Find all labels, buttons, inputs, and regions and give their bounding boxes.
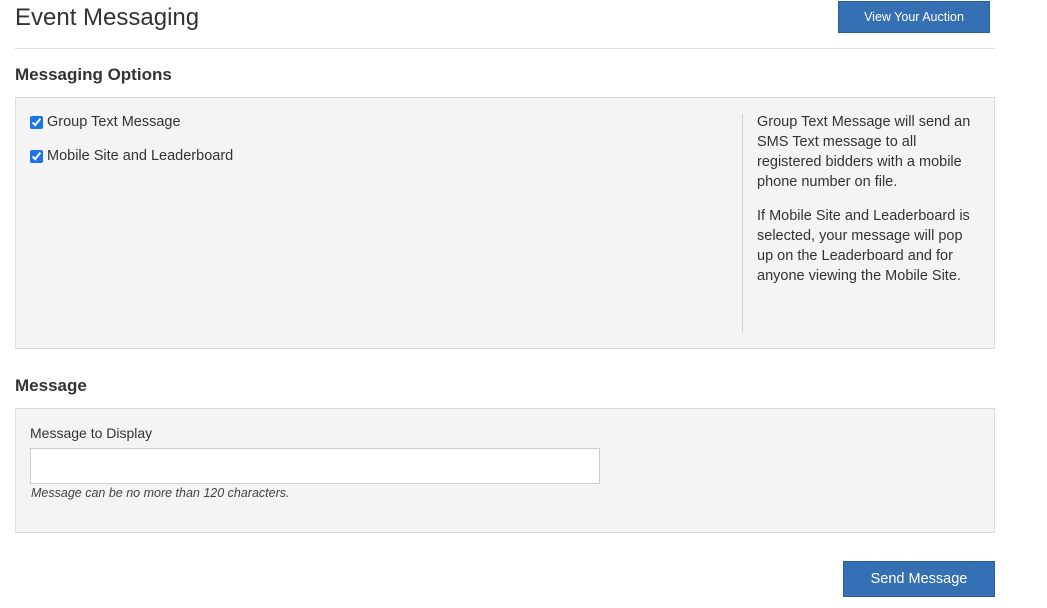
message-hint: Message can be no more than 120 characte… — [31, 486, 290, 500]
option-mobile-leaderboard[interactable]: Mobile Site and Leaderboard — [30, 148, 233, 164]
message-input[interactable] — [30, 448, 600, 484]
message-heading: Message — [15, 376, 87, 395]
messaging-options-heading: Messaging Options — [15, 65, 172, 84]
message-panel: Message to Display Message can be no mor… — [15, 408, 995, 533]
help-text-mobile-site: If Mobile Site and Leaderboard is select… — [757, 208, 970, 284]
group-text-label: Group Text Message — [47, 114, 181, 130]
message-field-label: Message to Display — [30, 425, 153, 441]
page-title: Event Messaging — [15, 4, 200, 31]
mobile-leaderboard-checkbox[interactable] — [30, 149, 43, 163]
mobile-leaderboard-label: Mobile Site and Leaderboard — [47, 148, 234, 164]
title-divider — [15, 48, 995, 49]
group-text-checkbox[interactable] — [30, 115, 43, 129]
messaging-options-panel: Group Text Message Mobile Site and Leade… — [15, 97, 995, 349]
help-divider — [742, 114, 743, 332]
option-group-text[interactable]: Group Text Message — [30, 114, 181, 130]
view-auction-button[interactable]: View Your Auction — [838, 1, 990, 33]
help-text-group-text: Group Text Message will send an SMS Text… — [757, 114, 971, 190]
send-message-button[interactable]: Send Message — [843, 561, 995, 597]
